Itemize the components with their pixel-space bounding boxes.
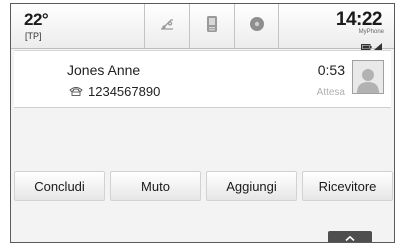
phone-screen: 22° [TP] 14:22 MyPhone Jones Anne 123456… xyxy=(10,3,395,243)
tab-navigation[interactable] xyxy=(234,4,279,48)
call-status: Attesa xyxy=(316,87,345,98)
navigation-icon xyxy=(249,16,265,37)
music-note-icon xyxy=(159,17,175,36)
caller-name: Jones Anne xyxy=(67,62,141,78)
add-call-button[interactable]: Aggiungi xyxy=(206,171,297,201)
expand-handle[interactable] xyxy=(328,229,372,243)
traffic-program-label: [TP] xyxy=(25,31,42,41)
end-call-button[interactable]: Concludi xyxy=(14,171,105,201)
caller-number: 1234567890 xyxy=(88,84,161,99)
contact-avatar-icon xyxy=(352,60,384,94)
app-tabs xyxy=(144,4,279,48)
phone-handset-icon xyxy=(206,15,218,38)
temperature: 22° xyxy=(24,10,49,29)
active-call-card[interactable]: Jones Anne 1234567890 0:53 Attesa xyxy=(14,50,391,108)
phone-type-icon xyxy=(69,84,83,99)
caller-number-row: 1234567890 xyxy=(69,84,160,99)
tab-phone[interactable] xyxy=(189,4,234,48)
mute-button[interactable]: Muto xyxy=(110,171,201,201)
status-bar: 22° [TP] 14:22 MyPhone xyxy=(11,4,394,50)
tab-audio[interactable] xyxy=(144,4,189,48)
device-name: MyPhone xyxy=(358,29,384,35)
clock: 14:22 xyxy=(335,9,383,30)
call-actions: Concludi Muto Aggiungi Ricevitore xyxy=(14,171,393,201)
receiver-button[interactable]: Ricevitore xyxy=(302,171,393,201)
call-duration: 0:53 xyxy=(317,62,345,78)
chevron-up-icon xyxy=(344,229,356,243)
